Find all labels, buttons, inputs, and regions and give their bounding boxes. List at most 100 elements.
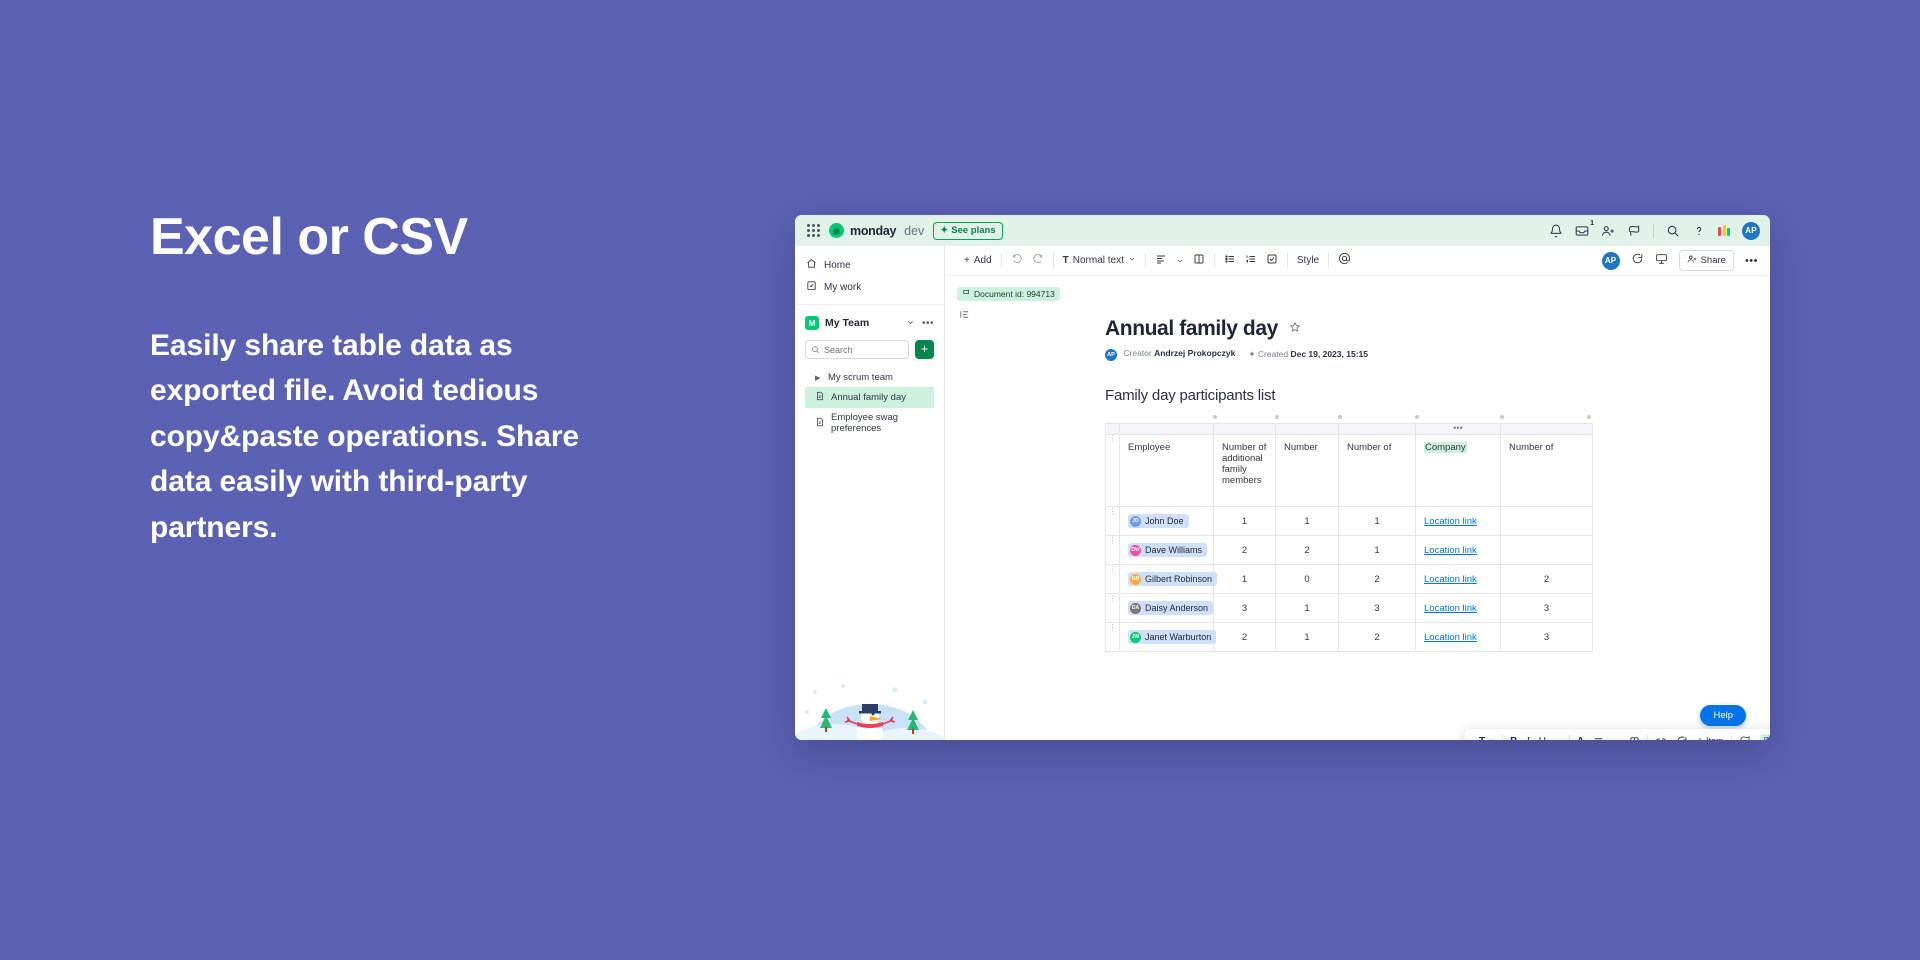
style-button[interactable]: Style bbox=[1297, 255, 1319, 266]
chevron-down-icon[interactable] bbox=[1176, 252, 1184, 270]
favorite-star-icon[interactable] bbox=[1289, 320, 1301, 338]
row-grip-cell[interactable]: ⋮ bbox=[1105, 434, 1120, 507]
column-header-additional-members[interactable]: Number of additional family members bbox=[1213, 434, 1276, 507]
help-question-icon[interactable] bbox=[1692, 224, 1706, 238]
redo-icon[interactable] bbox=[1032, 252, 1044, 270]
align-left-icon[interactable] bbox=[1155, 252, 1167, 270]
cell-number-of: 1 bbox=[1338, 535, 1416, 565]
row-grip[interactable]: ⋮ bbox=[1105, 535, 1120, 565]
created-value: Dec 19, 2023, 15:15 bbox=[1290, 349, 1368, 359]
person-chip[interactable]: DW Dave Williams bbox=[1128, 543, 1208, 557]
person-chip[interactable]: DA Daisy Anderson bbox=[1128, 601, 1214, 615]
cell-employee: JW Janet Warburton bbox=[1119, 622, 1217, 652]
style-label: Style bbox=[1296, 255, 1320, 266]
location-link[interactable]: Location link bbox=[1424, 574, 1477, 585]
share-button[interactable]: Share bbox=[1678, 250, 1734, 271]
table-row[interactable]: ⋮ GR Gilbert Robinson 1 0 2 Location lin… bbox=[1105, 564, 1593, 594]
text-color-button[interactable]: A bbox=[1577, 736, 1584, 741]
sidebar-item-my-work[interactable]: My work bbox=[795, 276, 944, 298]
help-button[interactable]: Help bbox=[1700, 705, 1746, 726]
table-row[interactable]: ⋮ JW Janet Warburton 2 1 2 Location link bbox=[1105, 622, 1593, 652]
export-table-icon[interactable] bbox=[1759, 733, 1770, 740]
home-icon bbox=[806, 258, 817, 272]
brand-name: monday bbox=[850, 223, 897, 238]
bullet-list-icon[interactable] bbox=[1224, 252, 1236, 270]
text-format-dropdown[interactable]: T bbox=[1479, 736, 1495, 740]
table-row[interactable]: ⋮ JD John Doe 1 1 1 Location link bbox=[1105, 506, 1593, 536]
comment-icon[interactable] bbox=[1631, 252, 1644, 270]
user-avatar[interactable]: AP bbox=[1742, 221, 1760, 240]
document-toolbar: + Add T Normal text Style AP Share ••• bbox=[945, 246, 1770, 276]
see-plans-button[interactable]: ✦ See plans bbox=[933, 221, 1003, 240]
present-icon[interactable] bbox=[1655, 252, 1668, 270]
comment-icon[interactable] bbox=[1676, 735, 1688, 740]
search-box[interactable] bbox=[805, 340, 909, 359]
cell-employee: GR Gilbert Robinson bbox=[1119, 564, 1218, 594]
inbox-icon[interactable]: 1 bbox=[1575, 220, 1594, 238]
checklist-icon[interactable] bbox=[1266, 252, 1278, 270]
align-icon[interactable] bbox=[1593, 736, 1604, 741]
italic-button[interactable]: I bbox=[1526, 736, 1529, 741]
columns-icon[interactable] bbox=[1629, 736, 1640, 740]
invite-member-icon[interactable] bbox=[1601, 224, 1615, 238]
sidebar-item-home[interactable]: Home bbox=[795, 254, 944, 276]
add-block-button[interactable]: + Add bbox=[964, 255, 992, 266]
column-header-employee[interactable]: Employee bbox=[1119, 434, 1214, 507]
columns-icon[interactable] bbox=[1193, 252, 1205, 270]
add-board-button[interactable]: + bbox=[915, 340, 934, 359]
cell-number-of: 1 bbox=[1338, 506, 1416, 536]
table-row[interactable]: ⋮ DA Daisy Anderson 3 1 3 Location link bbox=[1105, 593, 1593, 623]
person-avatar: GR bbox=[1130, 573, 1141, 585]
search-icon[interactable] bbox=[1666, 224, 1680, 238]
numbered-list-icon[interactable] bbox=[1245, 252, 1257, 270]
row-grip[interactable]: ⋮ bbox=[1105, 593, 1120, 623]
person-name: Janet Warburton bbox=[1145, 632, 1212, 642]
location-link[interactable]: Location link bbox=[1424, 516, 1477, 527]
more-options-icon[interactable]: ••• bbox=[1745, 255, 1758, 267]
link-icon[interactable] bbox=[1655, 735, 1667, 740]
text-style-dropdown[interactable]: T Normal text bbox=[1063, 255, 1136, 266]
column-header-number-of-2[interactable]: Number of bbox=[1500, 434, 1593, 507]
column-header-number[interactable]: Number bbox=[1275, 434, 1339, 507]
team-more-icon[interactable]: ••• bbox=[922, 318, 934, 329]
whats-new-icon[interactable] bbox=[1627, 224, 1641, 238]
brand-logo-group[interactable]: monday dev bbox=[829, 223, 924, 238]
apps-grid-icon[interactable] bbox=[807, 224, 820, 237]
column-header-number-of[interactable]: Number of bbox=[1338, 434, 1416, 507]
add-item-button[interactable]: + Item bbox=[1697, 736, 1723, 741]
location-link[interactable]: Location link bbox=[1424, 603, 1477, 614]
bell-icon[interactable] bbox=[1549, 224, 1563, 238]
chevron-down-icon[interactable] bbox=[1555, 738, 1562, 740]
column-menu-icon[interactable]: ••• bbox=[1415, 423, 1501, 435]
sidebar-item-annual-family-day[interactable]: Annual family day bbox=[805, 387, 934, 408]
bold-button[interactable]: B bbox=[1510, 736, 1517, 741]
table-row[interactable]: ⋮ DW Dave Williams 2 2 1 Location link bbox=[1105, 535, 1593, 565]
chevron-down-icon[interactable] bbox=[1613, 738, 1620, 740]
location-link[interactable]: Location link bbox=[1424, 545, 1477, 556]
search-input[interactable] bbox=[824, 344, 903, 355]
monday-brand-mark-icon[interactable] bbox=[1718, 225, 1730, 236]
collaborator-avatar[interactable]: AP bbox=[1601, 251, 1620, 270]
whats-new-icon[interactable] bbox=[1739, 735, 1751, 740]
row-grip[interactable]: ⋮ bbox=[1105, 564, 1120, 594]
underline-button[interactable]: U bbox=[1539, 736, 1546, 741]
sidebar-item-employee-swag-preferences[interactable]: Employee swag preferences bbox=[805, 408, 934, 438]
row-grip[interactable]: ⋮ bbox=[1105, 506, 1120, 536]
column-header-company[interactable]: Company bbox=[1415, 434, 1501, 507]
location-link[interactable]: Location link bbox=[1424, 632, 1477, 643]
section-title: Family day participants list bbox=[1105, 387, 1276, 404]
mention-icon[interactable] bbox=[1338, 252, 1351, 270]
row-grip[interactable]: ⋮ bbox=[1105, 622, 1120, 652]
undo-icon[interactable] bbox=[1011, 252, 1023, 270]
table-handle-row[interactable]: ••• bbox=[1105, 423, 1593, 435]
person-chip[interactable]: GR Gilbert Robinson bbox=[1128, 572, 1218, 586]
chevron-down-icon[interactable] bbox=[906, 314, 915, 332]
cell-number: 1 bbox=[1275, 593, 1339, 623]
person-chip[interactable]: JD John Doe bbox=[1128, 514, 1189, 528]
text-style-icon: T bbox=[1062, 255, 1069, 266]
sidebar-item-my-scrum-team[interactable]: ▶ My scrum team bbox=[805, 368, 934, 387]
team-header[interactable]: M My Team ••• bbox=[805, 314, 934, 332]
app-window: monday dev ✦ See plans 1 AP Home My work… bbox=[795, 215, 1770, 740]
person-chip[interactable]: JW Janet Warburton bbox=[1128, 630, 1217, 644]
plus-icon: + bbox=[1697, 736, 1703, 741]
